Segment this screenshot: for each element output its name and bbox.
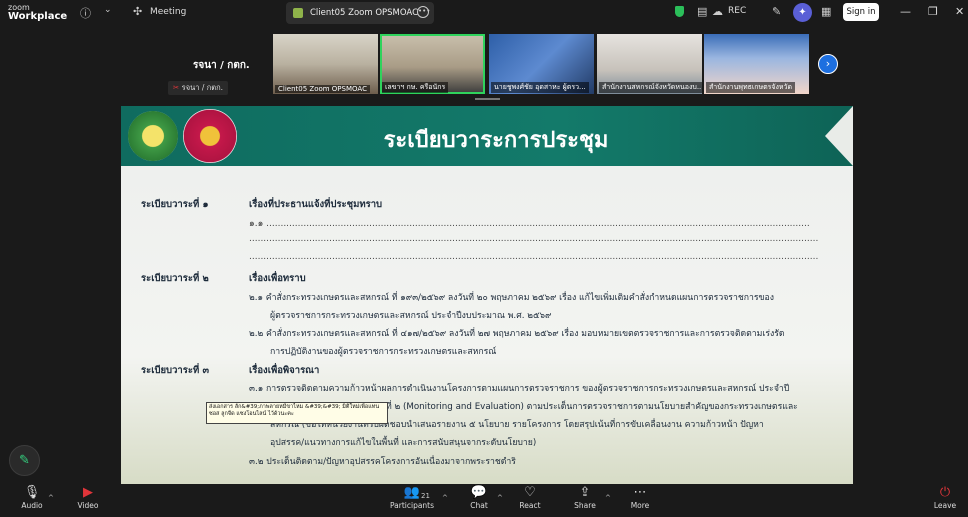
record-label[interactable]: REC [728, 6, 746, 16]
audio-label: Audio [21, 501, 43, 510]
participant-thumbnail[interactable]: นายชูพงศ์ชัย อุดสาหะ ผู้ตรว... [489, 34, 594, 94]
leave-button[interactable]: ⏻ Leave [920, 484, 968, 510]
calendar-icon[interactable]: ▦ [821, 5, 831, 18]
agenda-heading: ระเบียบวาระที่ ๓ [141, 365, 210, 376]
chat-options-caret[interactable]: ^ [497, 494, 503, 502]
whiteboard-icon[interactable]: ✎ [772, 5, 781, 18]
shared-slide: ระเบียบวาระการประชุม ระเบียบวาระที่ ๑ เร… [121, 106, 853, 484]
speaker-tag: ✂ รจนา / กตก. [168, 81, 229, 95]
participant-label: นายชูพงศ์ชัย อุดสาหะ ผู้ตรว... [491, 82, 589, 93]
banner-arrow [825, 106, 853, 166]
share-app-icon [293, 8, 303, 18]
agenda-line: ที่ ๒ (Monitoring and Evaluation) ตามประ… [386, 402, 798, 412]
more-options-icon[interactable]: ••• [417, 6, 430, 18]
mic-muted-icon: ✂ [173, 83, 182, 92]
agenda-subject: เรื่องที่ประธานแจ้งที่ประชุมทราบ [249, 199, 383, 210]
agenda-line: ๒.๑ คำสั่งกระทรวงเกษตรและสหกรณ์ ที่ ๑๙๓/… [249, 293, 774, 303]
participant-label: สำนักงานสหกรณ์จังหวัดหนองบ... [599, 82, 702, 93]
share-label: Share [574, 501, 596, 510]
chat-label: Chat [470, 501, 488, 510]
agenda-line: ........................................… [249, 234, 819, 244]
video-button[interactable]: ▶ Video [63, 484, 113, 510]
slide-title: ระเบียบวาระการประชุม [383, 127, 609, 153]
speaker-tag-label: รจนา / กตก. [181, 83, 224, 92]
meeting-label[interactable]: Meeting [150, 7, 186, 17]
share-tab-label: Client05 Zoom OPSMOAC's scree [310, 8, 418, 18]
agenda-line: การปฏิบัติงานของผู้ตรวจราชการกระทรวงเกษต… [270, 347, 497, 357]
ai-companion-icon[interactable]: ✦ [793, 3, 812, 22]
participant-thumbnail[interactable]: เลขาฯ กษ. ครือนักร [380, 34, 485, 94]
more-button[interactable]: ⋯ More [615, 484, 665, 510]
video-label: Video [77, 501, 99, 510]
agenda-line: ๑.๑ ....................................… [249, 219, 810, 229]
agenda-subject: เรื่องเพื่อทราบ [249, 273, 306, 284]
agenda-subject: เรื่องเพื่อพิจารณา [249, 365, 320, 376]
participant-label: สำนักงานพุทธเกษตรจังหวัด [706, 82, 796, 93]
encryption-shield-icon[interactable] [675, 6, 684, 17]
close-icon[interactable]: ✕ [955, 5, 964, 18]
participant-thumbnail[interactable]: Client05 Zoom OPSMOAC [273, 34, 378, 94]
participant-label: Client05 Zoom OPSMOAC [275, 85, 370, 93]
info-icon[interactable]: ⓘ [80, 5, 91, 21]
video-off-icon: ▶ [83, 485, 93, 500]
active-speaker-name: รจนา / กตก. [193, 60, 250, 71]
agenda-line: อุปสรรค/แนวทางการแก้ไขในพื้นที่ และการสน… [270, 438, 537, 448]
participants-count: 21 [421, 492, 430, 500]
zoom-logo: zoom Workplace [8, 3, 68, 22]
participant-label: เลขาฯ กษ. ครือนักร [382, 82, 449, 93]
share-screen-tab[interactable]: Client05 Zoom OPSMOAC's scree ••• [286, 2, 434, 24]
share-screen-icon: ⇪ [579, 485, 591, 500]
next-page-button[interactable]: › [818, 54, 838, 74]
more-label: More [630, 501, 650, 510]
minimize-icon[interactable]: — [900, 5, 911, 18]
bottom-toolbar: 🎙 Audio ^ ▶ Video 👥 Participants 21 ^ 💬 … [0, 484, 968, 517]
notes-icon[interactable]: ▤ [697, 5, 707, 18]
agenda-heading: ระเบียบวาระที่ ๒ [141, 273, 209, 284]
agenda-line: ผู้ตรวจราชการกระทรวงเกษตรและสหกรณ์ ประจำ… [270, 311, 552, 321]
agenda-line: ๓.๒ ประเด็นติดตาม/ปัญหาอุปสรรคโครงการอัน… [249, 457, 516, 467]
react-button[interactable]: ♡ React [505, 484, 555, 510]
agenda-line: ๓.๑ การตรวจติดตามความก้าวหน้าผลการดำเนิน… [249, 384, 790, 394]
leave-label: Leave [933, 501, 957, 510]
leave-icon: ⏻ [939, 485, 951, 500]
share-options-caret[interactable]: ^ [605, 494, 611, 502]
more-dots-icon: ⋯ [633, 485, 647, 500]
participants-label: Participants [389, 501, 435, 510]
participants-options-caret[interactable]: ^ [442, 494, 448, 502]
maximize-icon[interactable]: ❐ [928, 5, 938, 18]
annotate-pencil-icon[interactable]: ✎ [9, 445, 40, 476]
participant-thumbnail[interactable]: สำนักงานสหกรณ์จังหวัดหนองบ... [597, 34, 702, 94]
participant-thumbnail[interactable]: สำนักงานพุทธเกษตรจังหวัด [704, 34, 809, 94]
ministry-logo [128, 111, 178, 161]
audio-options-caret[interactable]: ^ [48, 494, 54, 502]
brand-big: Workplace [8, 11, 68, 22]
resize-handle[interactable] [475, 98, 500, 100]
agenda-heading: ระเบียบวาระที่ ๑ [141, 199, 209, 210]
annotation-tooltip: ส่งเอกสาร ลัก&#39;ภาพลายหมี่ขาไหม &#39;&… [206, 402, 388, 424]
react-label: React [519, 501, 541, 510]
meeting-icon: ✣ [133, 5, 143, 18]
heart-icon: ♡ [524, 485, 536, 500]
seal-logo [183, 109, 237, 163]
share-button[interactable]: ⇪ Share [560, 484, 610, 510]
top-bar: zoom Workplace ⓘ ⌄ ✣ Meeting Client05 Zo… [0, 0, 968, 26]
cloud-icon: ☁ [712, 5, 723, 18]
agenda-line: ๒.๒ คำสั่งกระทรวงเกษตรและสหกรณ์ ที่ ๔๑๗/… [249, 329, 785, 339]
sign-in-button[interactable]: Sign in [843, 3, 879, 21]
chevron-down-icon[interactable]: ⌄ [104, 5, 112, 15]
agenda-line: ........................................… [249, 252, 819, 262]
